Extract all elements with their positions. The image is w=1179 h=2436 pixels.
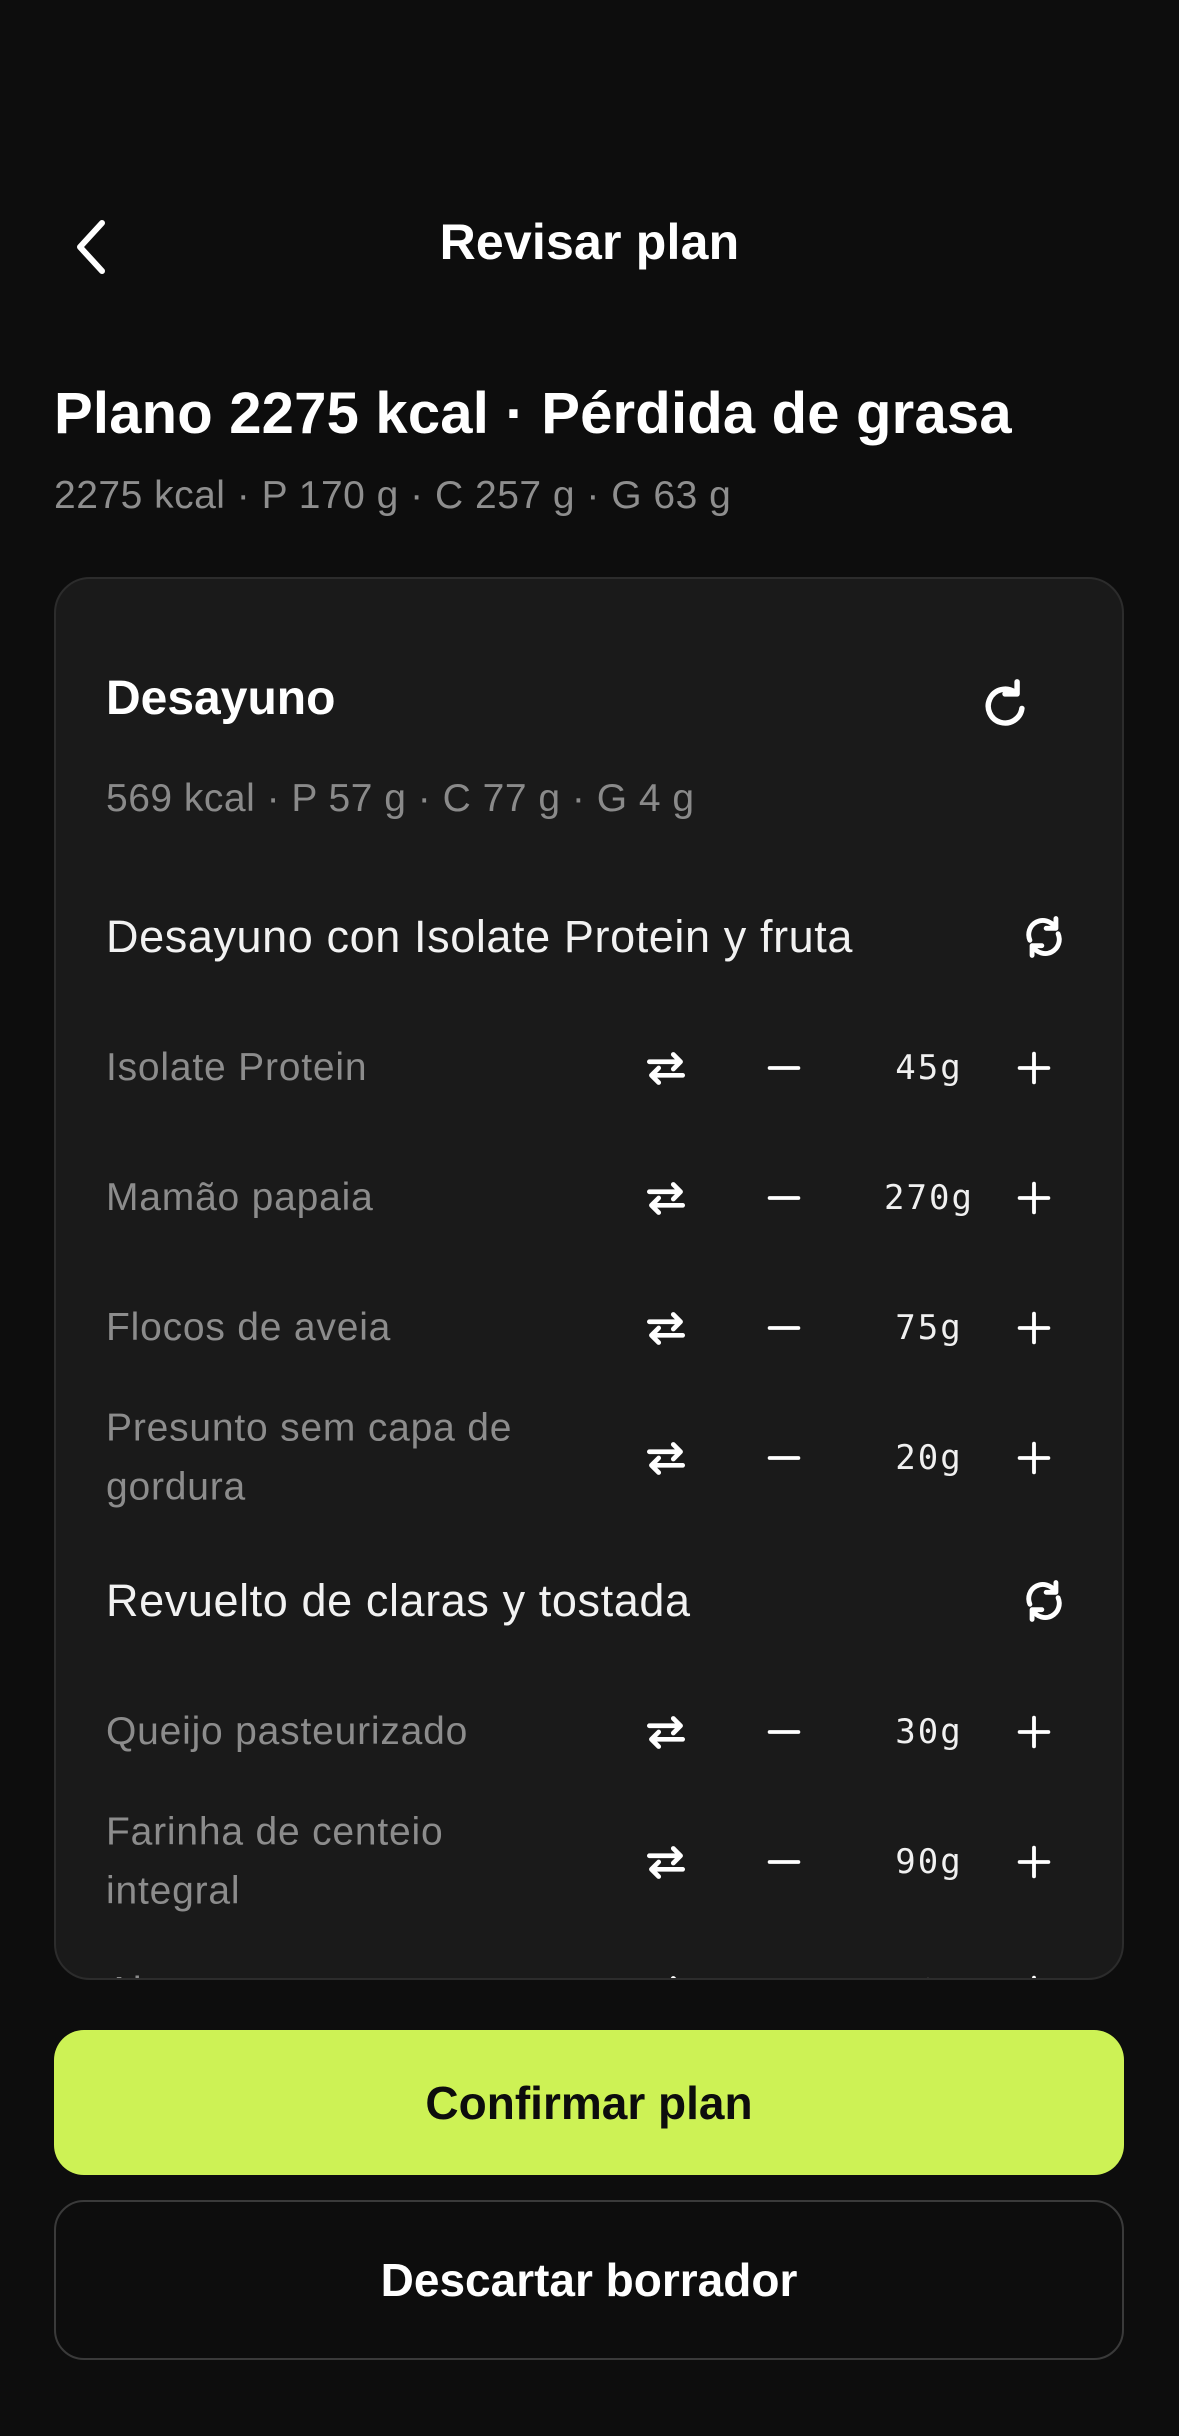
minus-icon — [761, 1969, 807, 1980]
refresh-icon — [985, 679, 1025, 726]
meal-card: Desayuno 569 kcal · P 57 g · C 77 g · G … — [54, 577, 1124, 1980]
page-title: Revisar plan — [439, 214, 740, 270]
food-item-row: Flocos de aveia 75g — [106, 1268, 1096, 1388]
food-item-name: Farinha de centeio integral — [106, 1810, 444, 1913]
increase-quantity-button[interactable] — [998, 1956, 1070, 1980]
food-item-row: Presunto sem capa de gordura 20g — [106, 1398, 1096, 1518]
plus-icon — [1011, 1839, 1057, 1885]
swap-icon — [641, 1707, 691, 1757]
food-item-name: Isolate Protein — [106, 1045, 368, 1089]
quantity-value: 20g — [895, 1438, 963, 1478]
cycle-icon — [1018, 1575, 1070, 1627]
swap-food-button[interactable] — [630, 1292, 702, 1364]
swap-food-button[interactable] — [630, 1826, 702, 1898]
plus-icon — [1011, 1045, 1057, 1091]
quantity-value: 270g — [884, 1178, 974, 1218]
regenerate-meal-button[interactable] — [970, 671, 1040, 741]
plus-icon — [1011, 1969, 1057, 1980]
decrease-quantity-button[interactable] — [748, 1696, 820, 1768]
minus-icon — [761, 1709, 807, 1755]
food-item-name: Queijo pasteurizado — [106, 1709, 469, 1753]
swap-recipe-button[interactable] — [1004, 897, 1084, 977]
recipe-name: Desayuno con Isolate Protein y fruta — [106, 911, 854, 962]
quantity-value: 75g — [895, 1308, 963, 1348]
food-item-row: Farinha de centeio integral 90g — [106, 1802, 1096, 1922]
minus-icon — [761, 1435, 807, 1481]
swap-food-button[interactable] — [630, 1696, 702, 1768]
food-item-row: Abacate 50g — [106, 1932, 1096, 1980]
swap-icon — [641, 1433, 691, 1483]
minus-icon — [761, 1175, 807, 1221]
swap-icon — [641, 1837, 691, 1887]
cycle-icon — [1018, 911, 1070, 963]
top-bar: Revisar plan — [0, 185, 1179, 305]
food-item-row: Queijo pasteurizado 30g — [106, 1672, 1096, 1792]
plan-macros: 2275 kcal · P 170 g · C 257 g · G 63 g — [54, 474, 732, 517]
minus-icon — [761, 1305, 807, 1351]
swap-icon — [641, 1967, 691, 1980]
plus-icon — [1011, 1709, 1057, 1755]
meal-macros: 569 kcal · P 57 g · C 77 g · G 4 g — [106, 777, 695, 820]
food-item-name: Mamão papaia — [106, 1175, 374, 1219]
food-item-name: Presunto sem capa de gordura — [106, 1406, 513, 1509]
quantity-value: 90g — [895, 1842, 963, 1882]
increase-quantity-button[interactable] — [998, 1032, 1070, 1104]
swap-icon — [641, 1173, 691, 1223]
recipe-name: Revuelto de claras y tostada — [106, 1575, 691, 1626]
decrease-quantity-button[interactable] — [748, 1032, 820, 1104]
food-item-name: Flocos de aveia — [106, 1305, 392, 1349]
swap-icon — [641, 1303, 691, 1353]
plus-icon — [1011, 1175, 1057, 1221]
plan-title: Plano 2275 kcal · Pérdida de grasa — [54, 381, 1012, 446]
minus-icon — [761, 1045, 807, 1091]
food-item-row: Mamão papaia 270g — [106, 1138, 1096, 1258]
increase-quantity-button[interactable] — [998, 1422, 1070, 1494]
food-item-name: Abacate — [106, 1963, 576, 1978]
increase-quantity-button[interactable] — [998, 1696, 1070, 1768]
recipe-row: Desayuno con Isolate Protein y fruta — [106, 897, 1096, 977]
plus-icon — [1011, 1435, 1057, 1481]
quantity-value: 50g — [856, 1972, 1002, 1978]
swap-food-button[interactable] — [630, 1032, 702, 1104]
minus-icon — [761, 1839, 807, 1885]
swap-food-button[interactable] — [630, 1422, 702, 1494]
decrease-quantity-button[interactable] — [748, 1292, 820, 1364]
swap-food-button[interactable] — [630, 1956, 702, 1980]
decrease-quantity-button[interactable] — [748, 1826, 820, 1898]
increase-quantity-button[interactable] — [998, 1162, 1070, 1234]
quantity-value: 30g — [895, 1712, 963, 1752]
decrease-quantity-button[interactable] — [748, 1956, 820, 1980]
increase-quantity-button[interactable] — [998, 1826, 1070, 1898]
quantity-value: 45g — [895, 1048, 963, 1088]
decrease-quantity-button[interactable] — [748, 1422, 820, 1494]
increase-quantity-button[interactable] — [998, 1292, 1070, 1364]
discard-draft-button[interactable]: Descartar borrador — [54, 2200, 1124, 2360]
plus-icon — [1011, 1305, 1057, 1351]
food-item-row: Isolate Protein 45g — [106, 1008, 1096, 1128]
decrease-quantity-button[interactable] — [748, 1162, 820, 1234]
confirm-plan-button[interactable]: Confirmar plan — [54, 2030, 1124, 2175]
swap-recipe-button[interactable] — [1004, 1561, 1084, 1641]
meal-title: Desayuno — [106, 672, 336, 725]
swap-icon — [641, 1043, 691, 1093]
swap-food-button[interactable] — [630, 1162, 702, 1234]
recipe-row: Revuelto de claras y tostada — [106, 1561, 1096, 1641]
